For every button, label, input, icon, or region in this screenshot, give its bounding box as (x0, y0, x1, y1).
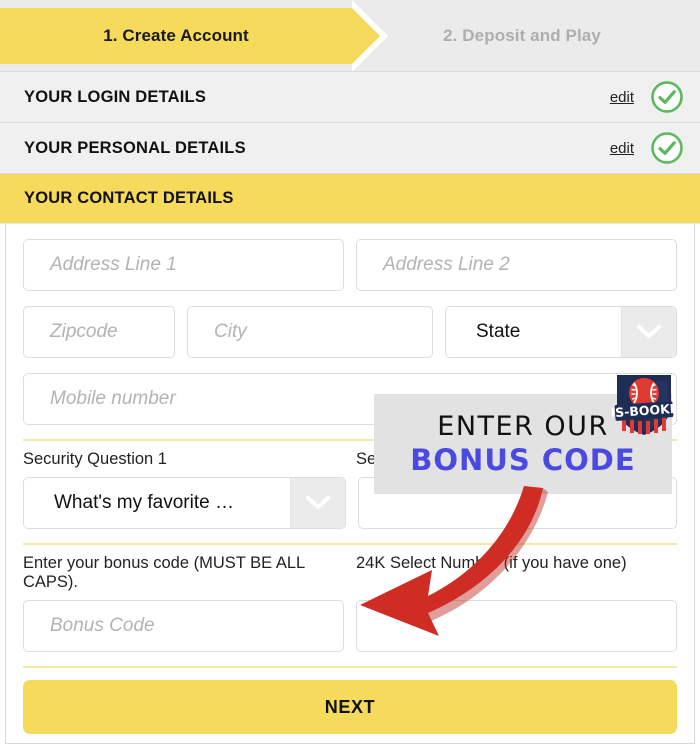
step-1-label: 1. Create Account (103, 26, 249, 45)
accordion-title-login-details: YOUR LOGIN DETAILS (24, 87, 207, 106)
city-input[interactable]: City (187, 306, 433, 358)
bonus-code-input[interactable]: Bonus Code (23, 600, 344, 652)
promo-line-2: BONUS CODE (410, 443, 636, 477)
address-line-2-input[interactable]: Address Line 2 (356, 239, 677, 291)
step-2-label: 2. Deposit and Play (443, 25, 601, 45)
security-question-1-value: What's my favorite … (54, 492, 234, 513)
us-bookie-logo: US-BOOKIE (605, 371, 683, 437)
address-line-1-input[interactable]: Address Line 1 (23, 239, 344, 291)
bonus-code-labels-row: Enter your bonus code (MUST BE ALL CAPS)… (6, 545, 694, 600)
state-select-value: State (476, 321, 521, 342)
address-row: Address Line 1 Address Line 2 (6, 224, 694, 291)
accordion-row-login-details[interactable]: YOUR LOGIN DETAILS edit (0, 71, 700, 123)
step-1-create-account[interactable]: 1. Create Account (0, 8, 352, 64)
accordion-row-personal-details[interactable]: YOUR PERSONAL DETAILS edit (0, 123, 700, 174)
check-circle-icon (650, 131, 684, 165)
chevron-down-icon[interactable] (290, 478, 345, 528)
select-number-input[interactable] (356, 600, 677, 652)
zipcode-input[interactable]: Zipcode (23, 306, 175, 358)
section-title-contact-details: YOUR CONTACT DETAILS (24, 189, 234, 207)
section-header-contact-details: YOUR CONTACT DETAILS (0, 174, 700, 224)
step-2-deposit-and-play[interactable]: 2. Deposit and Play (388, 0, 700, 71)
check-circle-icon (650, 80, 684, 114)
next-button-wrap: NEXT (6, 668, 694, 734)
accordion-title-personal-details: YOUR PERSONAL DETAILS (24, 138, 246, 157)
step-1-chevron-tip (352, 8, 380, 64)
zip-city-state-row: Zipcode City State (6, 291, 694, 358)
bonus-code-label: Enter your bonus code (MUST BE ALL CAPS)… (23, 554, 305, 591)
next-button[interactable]: NEXT (23, 680, 677, 734)
security-question-1-select[interactable]: What's my favorite … (23, 477, 346, 529)
promo-line-1: ENTER OUR (437, 411, 609, 442)
chevron-down-icon[interactable] (621, 307, 676, 357)
edit-link-login-details[interactable]: edit (610, 89, 634, 106)
edit-link-personal-details[interactable]: edit (610, 140, 634, 157)
security-question-1-label: Security Question 1 (23, 450, 167, 468)
bonus-code-fields-row: Bonus Code (6, 600, 694, 652)
state-select[interactable]: State (445, 306, 677, 358)
select-number-label: 24K Select Number (if you have one) (356, 554, 627, 572)
signup-step-banner: 2. Deposit and Play 1. Create Account (0, 0, 700, 71)
